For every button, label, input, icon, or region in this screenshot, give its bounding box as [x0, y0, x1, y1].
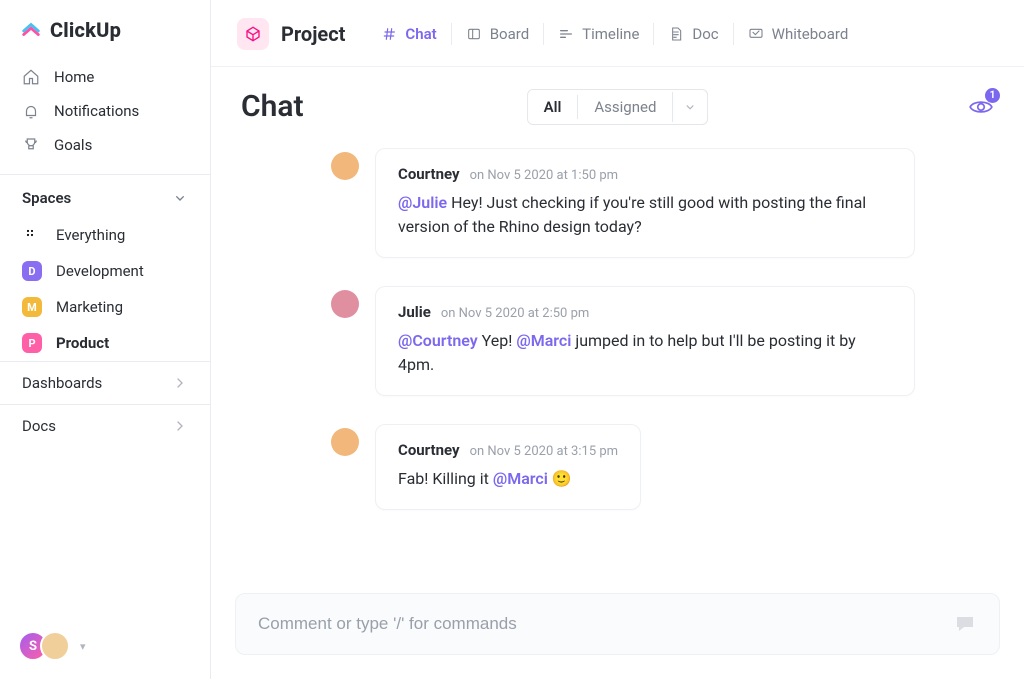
mention[interactable]: @Courtney [398, 331, 478, 350]
docs-row[interactable]: Docs [0, 404, 210, 447]
project-chip[interactable]: Project [237, 18, 345, 50]
nav-notifications[interactable]: Notifications [0, 94, 210, 128]
filter-dropdown[interactable] [672, 92, 707, 122]
view-toolbar: Project Chat Board Timeline Doc Whiteboard [211, 0, 1024, 67]
nav-home[interactable]: Home [0, 60, 210, 94]
space-item-marketing[interactable]: M Marketing [0, 289, 210, 325]
board-icon [466, 26, 482, 42]
message-author: Julie [398, 303, 431, 321]
space-item-label: Development [56, 262, 144, 280]
dashboards-row[interactable]: Dashboards [0, 361, 210, 404]
composer[interactable] [235, 593, 1000, 655]
mention[interactable]: @Julie [398, 193, 447, 212]
chat-bubble-icon[interactable] [953, 612, 977, 636]
message-bubble: Courtney on Nov 5 2020 at 1:50 pm @Julie H… [375, 148, 915, 258]
spaces-header-label: Spaces [22, 189, 71, 207]
nav-goals-label: Goals [54, 136, 92, 154]
primary-nav: Home Notifications Goals [0, 56, 210, 174]
nav-home-label: Home [54, 68, 94, 86]
message-timestamp: on Nov 5 2020 at 3:15 pm [470, 444, 618, 459]
project-label: Project [281, 22, 345, 46]
view-tab-timeline[interactable]: Timeline [544, 19, 653, 49]
space-everything-label: Everything [56, 226, 125, 244]
view-tab-label: Chat [405, 25, 436, 43]
message-timestamp: on Nov 5 2020 at 2:50 pm [441, 306, 589, 321]
trophy-icon [22, 136, 40, 154]
message-avatar [331, 152, 359, 180]
main-panel: Project Chat Board Timeline Doc Whiteboard C… [211, 0, 1024, 679]
space-everything[interactable]: Everything [0, 217, 210, 253]
view-tab-whiteboard[interactable]: Whiteboard [734, 19, 863, 49]
spaces-list: Everything D Development M Marketing P Produc… [0, 217, 210, 361]
grid-icon [22, 225, 42, 245]
composer-area [211, 577, 1024, 679]
timeline-icon [558, 26, 574, 42]
sidebar: ClickUp Home Notifications Goals Spaces [0, 0, 211, 679]
view-tab-label: Doc [692, 25, 718, 43]
space-item-product[interactable]: P Product [0, 325, 210, 361]
view-tab-label: Board [490, 25, 529, 43]
message-avatar [331, 290, 359, 318]
view-tab-label: Timeline [582, 25, 639, 43]
message-bubble: Courtney on Nov 5 2020 at 3:15 pm Fab! Kil… [375, 424, 641, 510]
bell-icon [22, 102, 40, 120]
filter-segmented: All Assigned [527, 89, 709, 125]
message-body: Fab! Killing it @Marci 🙂 [398, 467, 618, 491]
message-author: Courtney [398, 441, 460, 459]
view-tab-label: Whiteboard [772, 25, 849, 43]
space-item-label: Marketing [56, 298, 123, 316]
workspace-switcher[interactable]: S ▾ [18, 631, 86, 661]
space-color-badge: D [22, 261, 42, 281]
nav-notifications-label: Notifications [54, 102, 139, 120]
page-title: Chat [241, 89, 304, 124]
dashboards-label: Dashboards [22, 374, 102, 392]
clickup-logo-icon [20, 19, 42, 41]
brand-name: ClickUp [50, 18, 121, 42]
chevron-right-icon [172, 375, 188, 391]
spaces-header[interactable]: Spaces [0, 174, 210, 217]
chevron-right-icon [172, 418, 188, 434]
view-tab-chat[interactable]: Chat [367, 19, 450, 49]
page-header: Chat All Assigned 1 [211, 67, 1024, 130]
docs-label: Docs [22, 417, 56, 435]
message-row: Courtney on Nov 5 2020 at 1:50 pm @Julie H… [331, 148, 994, 258]
message-row: Julie on Nov 5 2020 at 2:50 pm @Courtney Y… [331, 286, 994, 396]
nav-goals[interactable]: Goals [0, 128, 210, 162]
mention[interactable]: @Marci [516, 331, 571, 350]
view-tab-doc[interactable]: Doc [654, 19, 732, 49]
doc-icon [668, 26, 684, 42]
caret-down-icon: ▾ [80, 640, 86, 653]
message-author: Courtney [398, 165, 460, 183]
message-row: Courtney on Nov 5 2020 at 3:15 pm Fab! Kil… [331, 424, 994, 510]
space-item-development[interactable]: D Development [0, 253, 210, 289]
space-item-label: Product [56, 334, 109, 352]
hash-icon [381, 26, 397, 42]
cube-icon [237, 18, 269, 50]
composer-input[interactable] [258, 614, 953, 634]
watchers-button[interactable]: 1 [968, 94, 994, 120]
home-icon [22, 68, 40, 86]
whiteboard-icon [748, 26, 764, 42]
message-body: @Julie Hey! Just checking if you're stil… [398, 191, 892, 239]
filter-all[interactable]: All [528, 90, 578, 124]
avatar [40, 631, 70, 661]
brand-logo[interactable]: ClickUp [0, 0, 210, 56]
message-bubble: Julie on Nov 5 2020 at 2:50 pm @Courtney Y… [375, 286, 915, 396]
chevron-down-icon [172, 190, 188, 206]
watchers-count: 1 [985, 88, 1000, 103]
space-color-badge: P [22, 333, 42, 353]
space-color-badge: M [22, 297, 42, 317]
message-timestamp: on Nov 5 2020 at 1:50 pm [470, 168, 618, 183]
message-body: @Courtney Yep! @Marci jumped in to help … [398, 329, 892, 377]
view-tab-board[interactable]: Board [452, 19, 543, 49]
mention[interactable]: @Marci [493, 469, 548, 488]
filter-assigned[interactable]: Assigned [578, 90, 672, 124]
message-avatar [331, 428, 359, 456]
chat-thread: Courtney on Nov 5 2020 at 1:50 pm @Julie H… [211, 130, 1024, 577]
